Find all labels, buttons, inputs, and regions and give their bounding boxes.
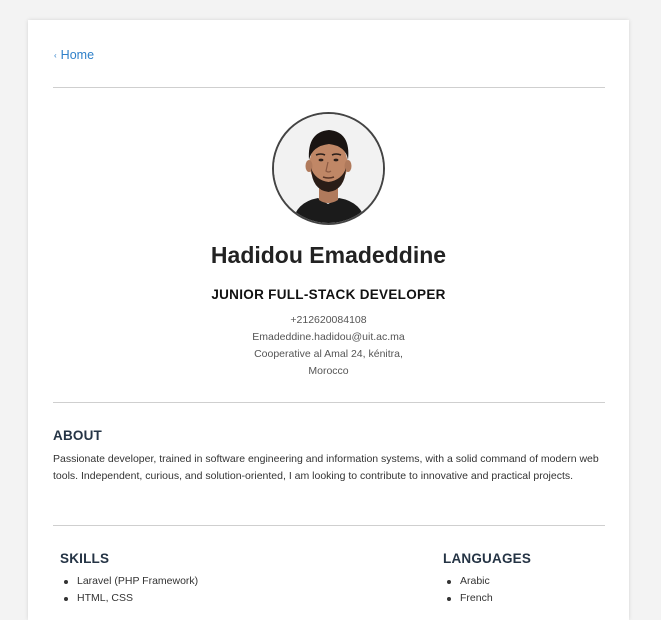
divider <box>53 87 605 88</box>
avatar <box>272 112 385 225</box>
languages-heading: LANGUAGES <box>443 551 532 566</box>
profile-name: Hadidou Emadeddine <box>210 242 447 268</box>
skills-heading: SKILLS <box>60 551 110 566</box>
profile-photo <box>274 114 383 223</box>
list-item: HTML, CSS <box>61 590 198 607</box>
contact-info: +212620084108 Emadeddine.hadidou@uit.ac.… <box>28 312 629 380</box>
languages-list: Arabic French <box>444 573 493 607</box>
divider <box>53 525 605 526</box>
contact-phone: +212620084108 <box>290 314 367 326</box>
contact-email: Emadeddine.hadidou@uit.ac.ma <box>252 331 405 343</box>
about-text: Passionate developer, trained in softwar… <box>53 453 599 482</box>
skills-list: Laravel (PHP Framework) HTML, CSS <box>61 573 198 607</box>
contact-address-line2: Morocco <box>308 365 349 377</box>
home-link[interactable]: ‹ Home <box>54 48 94 62</box>
arrow-left-icon: ‹ <box>54 50 57 60</box>
resume-card: ‹ Home Hadidou Emadeddine JUNIOR FULL-ST… <box>28 20 629 620</box>
list-item: Arabic <box>444 573 493 590</box>
list-item: French <box>444 590 493 607</box>
divider <box>53 402 605 403</box>
profile-role: JUNIOR FULL-STACK DEVELOPER <box>211 287 446 302</box>
home-link-label: Home <box>60 48 95 62</box>
about-heading: ABOUT <box>53 428 102 443</box>
contact-address-line1: Cooperative al Amal 24, kénitra, <box>254 348 403 360</box>
list-item: Laravel (PHP Framework) <box>61 573 198 590</box>
